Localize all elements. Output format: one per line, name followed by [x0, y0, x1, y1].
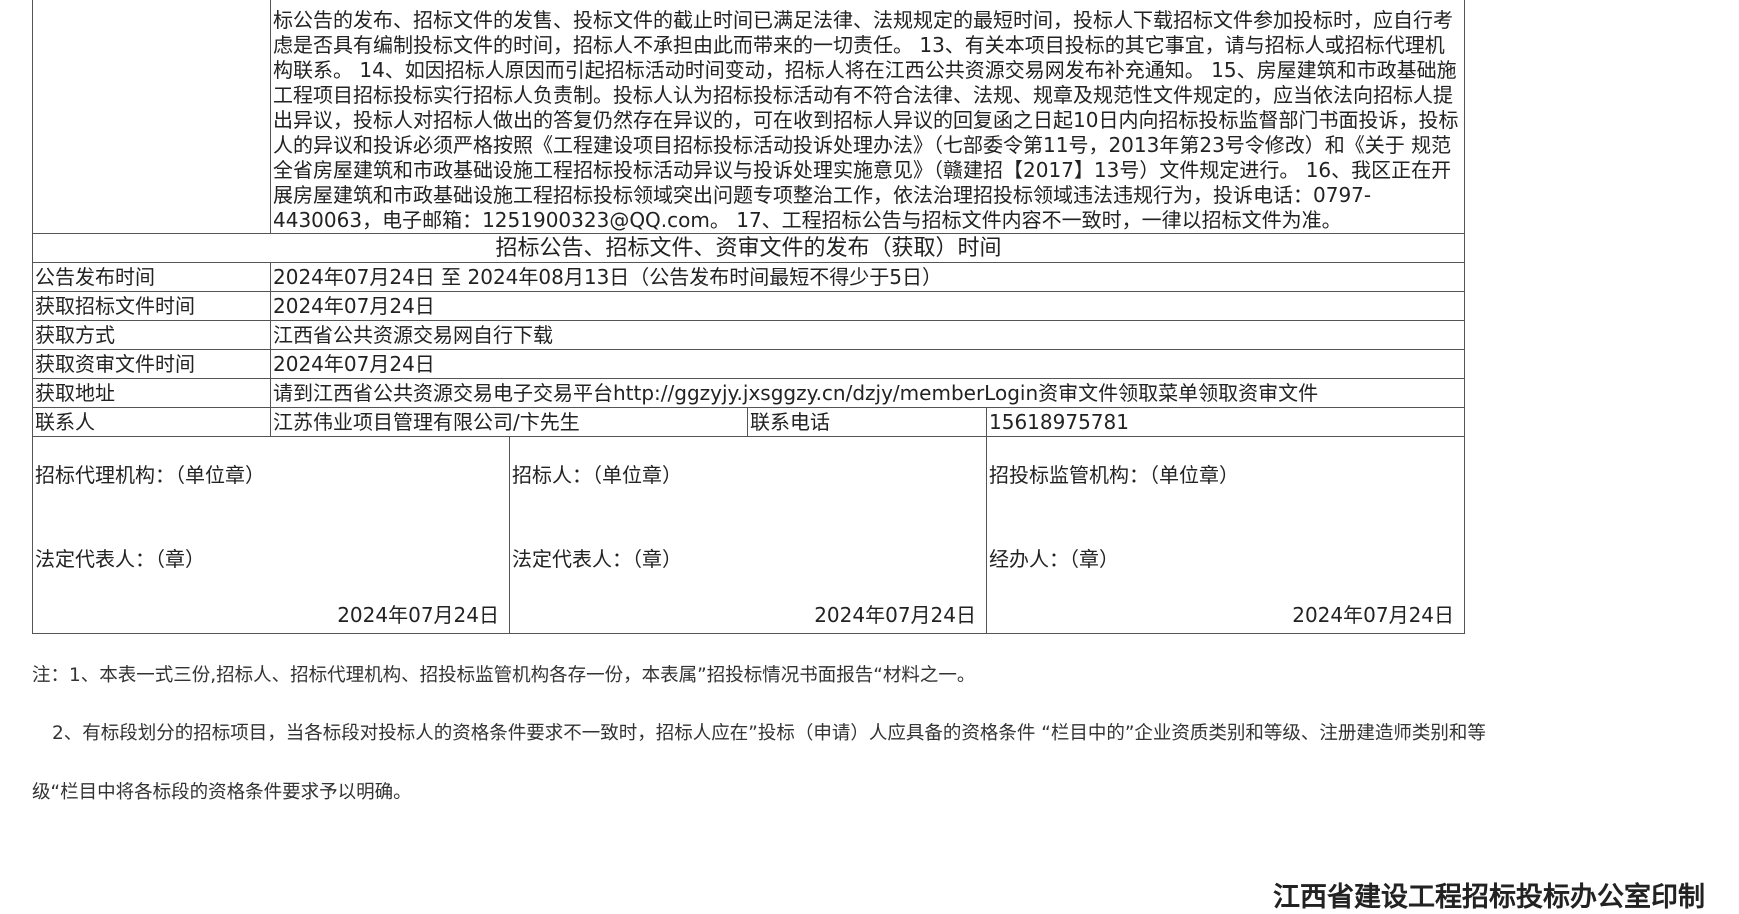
- publish-value: 2024年07月24日 至 2024年08月13日（公告发布时间最短不得少于5日…: [269, 262, 1466, 292]
- supervisor-rep: 经办人：（章）: [989, 547, 1119, 571]
- agency-rep: 法定代表人：（章）: [35, 547, 205, 571]
- footnote-line-1: 注：1、本表一式三份,招标人、招标代理机构、招投标监管机构各存一份，本表属”招投…: [32, 665, 976, 686]
- method-label: 获取方式: [32, 320, 271, 350]
- section-title: 招标公告、招标文件、资审文件的发布（获取）时间: [31, 233, 1466, 263]
- supervisor-signature-cell: 招投标监管机构：（单位章） 经办人：（章） 2024年07月24日: [985, 436, 1466, 634]
- notes-label-cell: [32, 0, 271, 234]
- tenderer-date: 2024年07月24日: [814, 603, 976, 627]
- phone-label: 联系电话: [747, 407, 987, 437]
- supervisor-date: 2024年07月24日: [1292, 603, 1455, 627]
- qual-time-label: 获取资审文件时间: [32, 349, 271, 379]
- agency-title: 招标代理机构：（单位章）: [35, 463, 265, 487]
- supervisor-title: 招投标监管机构：（单位章）: [989, 463, 1239, 487]
- publish-row: 公告发布时间 2024年07月24日 至 2024年08月13日（公告发布时间最…: [32, 262, 1466, 292]
- address-value: 请到江西省公共资源交易电子交易平台http://ggzyjy.jxsggzy.c…: [269, 378, 1466, 408]
- footnote-line-3: 级“栏目中将各标段的资格条件要求予以明确。: [32, 782, 412, 803]
- tenderer-signature-cell: 招标人：（单位章） 法定代表人：（章） 2024年07月24日: [509, 436, 987, 634]
- notes-row: 标公告的发布、招标文件的发售、投标文件的截止时间已满足法律、法规规定的最短时间，…: [32, 0, 1466, 234]
- get-doc-row: 获取招标文件时间 2024年07月24日: [32, 291, 1466, 321]
- publish-label: 公告发布时间: [32, 262, 271, 292]
- section-header-row: 招标公告、招标文件、资审文件的发布（获取）时间: [31, 233, 1466, 263]
- method-value: 江西省公共资源交易网自行下载: [269, 320, 1466, 350]
- notes-cell: 标公告的发布、招标文件的发售、投标文件的截止时间已满足法律、法规规定的最短时间，…: [269, 0, 1466, 234]
- qual-time-row: 获取资审文件时间 2024年07月24日: [32, 349, 1466, 379]
- tenderer-rep: 法定代表人：（章）: [512, 547, 682, 571]
- contact-row: 联系人 江苏伟业项目管理有限公司/卞先生 联系电话 15618975781: [32, 407, 1466, 437]
- office-print-label: 江西省建设工程招标投标办公室印制: [1273, 882, 1705, 913]
- contact-value: 江苏伟业项目管理有限公司/卞先生: [270, 407, 748, 437]
- contact-label: 联系人: [32, 407, 271, 437]
- footnote-line-2: 2、有标段划分的招标项目，当各标段对投标人的资格条件要求不一致时，招标人应在”投…: [52, 723, 1486, 744]
- method-row: 获取方式 江西省公共资源交易网自行下载: [32, 320, 1466, 350]
- bid-info-table: 标公告的发布、招标文件的发售、投标文件的截止时间已满足法律、法规规定的最短时间，…: [31, 0, 1466, 634]
- tenderer-title: 招标人：（单位章）: [512, 463, 682, 487]
- notes-text: 标公告的发布、招标文件的发售、投标文件的截止时间已满足法律、法规规定的最短时间，…: [273, 8, 1459, 232]
- signature-row: 招标代理机构：（单位章） 法定代表人：（章） 2024年07月24日 招标人：（…: [32, 436, 1466, 634]
- agency-date: 2024年07月24日: [337, 603, 499, 627]
- phone-value: 15618975781: [985, 407, 1466, 437]
- get-doc-label: 获取招标文件时间: [32, 291, 271, 321]
- agency-signature-cell: 招标代理机构：（单位章） 法定代表人：（章） 2024年07月24日: [32, 436, 510, 634]
- get-doc-value: 2024年07月24日: [269, 291, 1466, 321]
- address-label: 获取地址: [32, 378, 271, 408]
- address-row: 获取地址 请到江西省公共资源交易电子交易平台http://ggzyjy.jxsg…: [32, 378, 1466, 408]
- qual-time-value: 2024年07月24日: [269, 349, 1466, 379]
